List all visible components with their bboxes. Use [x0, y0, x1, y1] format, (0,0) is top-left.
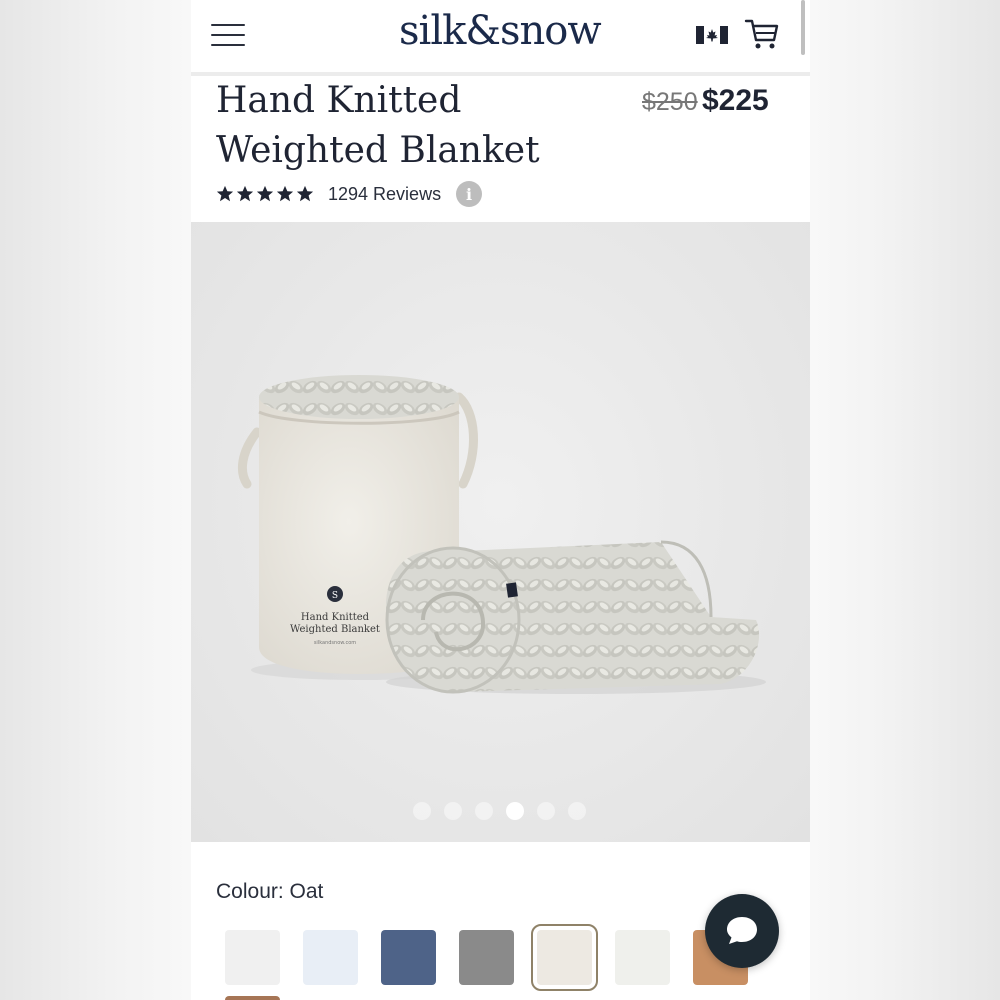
- colour-swatch[interactable]: [225, 930, 280, 985]
- chat-bubble-icon: [727, 917, 757, 944]
- chat-button[interactable]: [705, 894, 779, 968]
- info-icon[interactable]: i: [456, 181, 483, 207]
- colour-swatch[interactable]: [531, 924, 598, 991]
- carousel-dot[interactable]: [444, 802, 462, 820]
- canada-flag-icon[interactable]: [696, 26, 728, 44]
- bag-label-line2: Weighted Blanket: [290, 624, 380, 635]
- colour-swatch[interactable]: [381, 930, 436, 985]
- site-header: silk&snow: [191, 0, 810, 72]
- mobile-page: silk&snow Hand Knitted Weighted Blanket …: [191, 0, 810, 1000]
- colour-swatch[interactable]: [615, 930, 670, 985]
- brand-logo[interactable]: silk&snow: [399, 8, 602, 54]
- product-title-line1: Hand Knitted: [216, 80, 462, 121]
- colour-swatch[interactable]: [303, 930, 358, 985]
- rating-row: 1294 Reviews i: [216, 180, 483, 208]
- product-photo: S Hand Knitted Weighted Blanket silkands…: [237, 375, 766, 694]
- original-price: $250: [642, 88, 698, 116]
- star-icon: [276, 185, 294, 202]
- colour-swatch[interactable]: [459, 930, 514, 985]
- star-icon: [256, 185, 274, 202]
- star-icon: [216, 185, 234, 202]
- sale-price: $225: [702, 84, 769, 117]
- bag-label-url: silkandsnow.com: [314, 640, 356, 646]
- product-title: Hand Knitted Weighted Blanket: [216, 76, 576, 176]
- product-image-carousel[interactable]: S Hand Knitted Weighted Blanket silkands…: [191, 222, 810, 842]
- carousel-dots: [413, 802, 586, 820]
- scrollbar[interactable]: [801, 0, 805, 55]
- shopping-cart-icon[interactable]: [744, 16, 780, 52]
- carousel-dot[interactable]: [568, 802, 586, 820]
- carousel-dot[interactable]: [475, 802, 493, 820]
- star-icon: [296, 185, 314, 202]
- colour-label: Colour: Oat: [216, 880, 324, 903]
- carousel-dot[interactable]: [506, 802, 524, 820]
- star-rating[interactable]: [216, 185, 314, 203]
- carousel-dot[interactable]: [537, 802, 555, 820]
- product-title-line2: Weighted Blanket: [216, 130, 540, 171]
- bag-label-line1: Hand Knitted: [301, 612, 370, 623]
- reviews-link[interactable]: 1294 Reviews: [328, 184, 441, 205]
- bag-monogram: S: [332, 591, 338, 601]
- hamburger-menu-icon[interactable]: [211, 22, 245, 48]
- carousel-dot[interactable]: [413, 802, 431, 820]
- star-icon: [236, 185, 254, 202]
- colour-swatch-row2[interactable]: [225, 996, 280, 1000]
